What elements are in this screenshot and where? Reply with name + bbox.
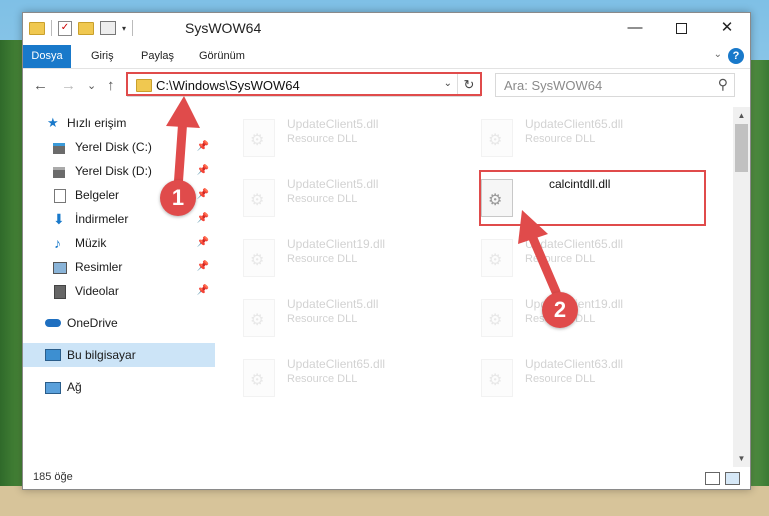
callout-badge-1: 1	[160, 180, 196, 216]
arrow-1-head	[166, 96, 200, 128]
callout-badge-2: 2	[542, 292, 578, 328]
arrow-2-shaft	[527, 231, 561, 297]
arrow-2-head	[518, 210, 548, 244]
arrow-1-shaft	[173, 113, 188, 193]
annotation-arrows	[166, 96, 561, 297]
